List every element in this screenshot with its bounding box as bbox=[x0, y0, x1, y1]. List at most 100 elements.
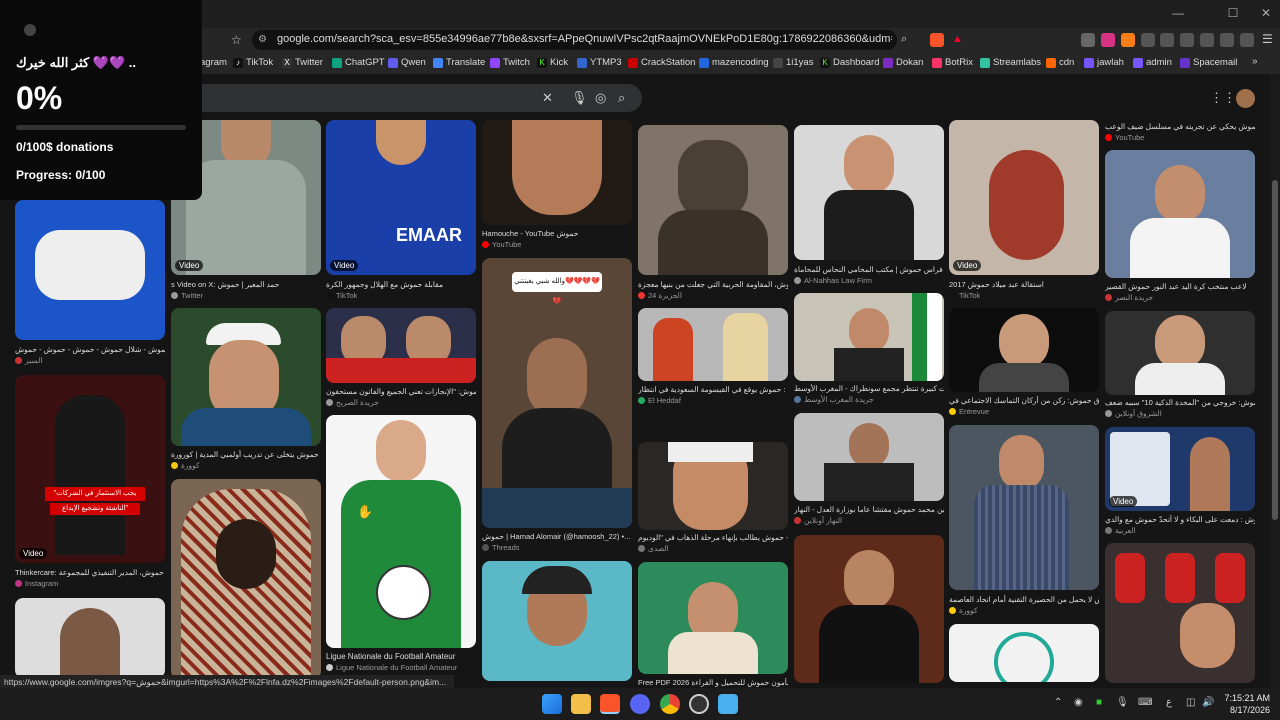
image-result[interactable] bbox=[326, 415, 476, 648]
close-icon[interactable]: ✕ bbox=[1254, 6, 1278, 20]
minimize-icon[interactable]: — bbox=[1166, 6, 1190, 20]
image-source: Al-Nahhas Law Firm bbox=[794, 276, 872, 285]
taskbar-clock[interactable]: 7:15:21 AM 8/17/2026 bbox=[1222, 692, 1270, 716]
bookmark-admin[interactable]: admin bbox=[1133, 57, 1172, 68]
image-result[interactable] bbox=[794, 413, 944, 501]
image-result[interactable] bbox=[482, 120, 632, 225]
image-result[interactable] bbox=[1105, 311, 1255, 395]
tray-network-icon[interactable]: ◫ bbox=[1186, 697, 1195, 708]
extensions-puzzle-icon[interactable] bbox=[1141, 33, 1155, 47]
bookmark-streamlabs[interactable]: Streamlabs bbox=[980, 57, 1041, 68]
bookmark-translate[interactable]: Translate bbox=[433, 57, 485, 68]
brave-shields-icon[interactable] bbox=[930, 33, 944, 47]
vpn-icon[interactable] bbox=[1240, 33, 1254, 47]
bookmark-mazencoding[interactable]: mazencoding bbox=[699, 57, 769, 68]
lens-search-icon[interactable]: ◎ bbox=[595, 90, 606, 106]
image-result[interactable] bbox=[638, 308, 788, 381]
image-source: Entrevue bbox=[949, 407, 989, 416]
image-result[interactable] bbox=[1105, 543, 1255, 683]
image-result[interactable] bbox=[949, 308, 1099, 392]
obs-icon[interactable] bbox=[689, 694, 709, 714]
video-badge: Video bbox=[175, 260, 204, 271]
avatar[interactable] bbox=[1236, 89, 1255, 108]
scrollbar-thumb[interactable] bbox=[1272, 180, 1278, 520]
image-result[interactable] bbox=[794, 293, 944, 381]
image-result[interactable] bbox=[171, 479, 321, 679]
clock-time: 7:15:21 AM bbox=[1224, 693, 1270, 703]
brave-rewards-icon[interactable]: ▲ bbox=[952, 33, 966, 47]
bookmark-star-icon[interactable]: ☆ bbox=[231, 33, 242, 47]
bookmark-botrix[interactable]: BotRix bbox=[932, 57, 973, 68]
url-text: google.com/search?sca_esv=855e34996ae77b… bbox=[277, 33, 892, 45]
image-caption: زعلاني يعين محمد حموش مفتشا عاما بوزارة … bbox=[794, 505, 944, 514]
wallet-icon[interactable] bbox=[1200, 33, 1214, 47]
notepad-icon[interactable] bbox=[718, 694, 738, 714]
image-result[interactable]: Video bbox=[1105, 427, 1255, 511]
image-result[interactable] bbox=[638, 562, 788, 674]
file-explorer-icon[interactable] bbox=[571, 694, 591, 714]
bookmark-chatgpt[interactable]: ChatGPT bbox=[332, 57, 385, 68]
tray-mic-icon[interactable]: 🎙 bbox=[1116, 697, 1129, 708]
brave-browser-icon[interactable] bbox=[600, 694, 620, 714]
clear-search-icon[interactable]: ✕ bbox=[542, 90, 553, 106]
discord-icon[interactable] bbox=[630, 694, 650, 714]
bookmarks-overflow-icon[interactable]: » bbox=[1252, 56, 1258, 67]
bookmark-kick[interactable]: K Kick bbox=[537, 57, 568, 68]
tray-overflow-icon[interactable]: ⌃ bbox=[1054, 697, 1062, 708]
ai-icon[interactable] bbox=[1220, 33, 1234, 47]
image-result[interactable] bbox=[638, 442, 788, 530]
media-icon[interactable] bbox=[1160, 33, 1174, 47]
image-result[interactable] bbox=[949, 624, 1099, 682]
chrome-icon[interactable] bbox=[660, 694, 680, 714]
image-result[interactable]: EMAAR Video bbox=[326, 120, 476, 275]
image-result[interactable] bbox=[15, 598, 165, 678]
bookmark-ytmp3[interactable]: YTMP3 bbox=[577, 57, 622, 68]
menu-icon[interactable]: ☰ bbox=[1262, 32, 1273, 46]
image-source: الجزيرة 24 bbox=[638, 291, 682, 300]
image-result[interactable] bbox=[482, 561, 632, 681]
sidebar-icon[interactable] bbox=[1180, 33, 1194, 47]
bookmark-crackstation[interactable]: CrackStation bbox=[628, 57, 695, 68]
image-result[interactable] bbox=[15, 200, 165, 340]
tray-discord-icon[interactable]: ◉ bbox=[1074, 697, 1083, 708]
bookmark-jawlah[interactable]: jawlah bbox=[1084, 57, 1124, 68]
image-result[interactable] bbox=[794, 125, 944, 260]
apps-grid-icon[interactable]: ⋮⋮ bbox=[1210, 90, 1236, 106]
tray-excel-icon[interactable]: ■ bbox=[1096, 697, 1102, 708]
bookmark-twitter[interactable]: X Twitter bbox=[282, 57, 323, 68]
bookmark-tiktok[interactable]: ♪ TikTok bbox=[233, 57, 273, 68]
image-result[interactable] bbox=[638, 125, 788, 275]
image-result[interactable] bbox=[1105, 150, 1255, 278]
tray-keyboard-icon[interactable]: ⌨ bbox=[1138, 697, 1152, 708]
bookmark-twitch[interactable]: Twitch bbox=[490, 57, 530, 68]
start-icon[interactable] bbox=[542, 694, 562, 714]
tray-volume-icon[interactable]: 🔊 bbox=[1202, 697, 1214, 708]
image-result[interactable] bbox=[949, 425, 1099, 590]
bookmark-qwen[interactable]: Qwen bbox=[388, 57, 426, 68]
image-caption: حموش يحكي عن تجربته في مسلسل ضيف الوعب bbox=[1105, 122, 1255, 131]
image-result[interactable] bbox=[326, 308, 476, 383]
image-result[interactable]: والله شبي يغبنتني💔💔💔💔💔 bbox=[482, 258, 632, 528]
bookmark-dashboard[interactable]: K Dashboard bbox=[820, 57, 879, 68]
image-result[interactable]: "يجب الاستثمار في الشركات الناشئة وتشجيع… bbox=[15, 375, 165, 563]
tray-language-icon[interactable]: ع bbox=[1166, 697, 1172, 708]
zoom-icon[interactable]: ⌕ bbox=[901, 33, 907, 46]
search-icon[interactable]: ⌕ bbox=[618, 90, 625, 106]
bookmark-1i1yas[interactable]: 1i1yas bbox=[773, 57, 813, 68]
voice-search-icon[interactable]: 🎙 bbox=[571, 90, 588, 106]
bookmark-spacemail[interactable]: Spacemail bbox=[1180, 57, 1237, 68]
image-result[interactable]: Video bbox=[949, 120, 1099, 275]
maximize-icon[interactable]: ☐ bbox=[1221, 6, 1245, 20]
extension-icon-2[interactable] bbox=[1101, 33, 1115, 47]
image-source: Ligue Nationale du Football Amateur bbox=[326, 663, 457, 672]
bookmark-cdn[interactable]: cdn bbox=[1046, 57, 1074, 68]
site-info-icon[interactable]: ⚙ bbox=[258, 34, 267, 45]
bookmark-dokan[interactable]: Dokan bbox=[883, 57, 923, 68]
bookmark-instagram[interactable]: agram bbox=[200, 57, 227, 68]
image-caption: 2017 استقالة عبد ميلاد حموش bbox=[949, 280, 1044, 289]
extension-icon-3[interactable] bbox=[1121, 33, 1135, 47]
extension-icon-1[interactable] bbox=[1081, 33, 1095, 47]
image-source: كوورة bbox=[171, 461, 200, 470]
image-result[interactable] bbox=[171, 308, 321, 446]
image-result[interactable] bbox=[794, 535, 944, 683]
